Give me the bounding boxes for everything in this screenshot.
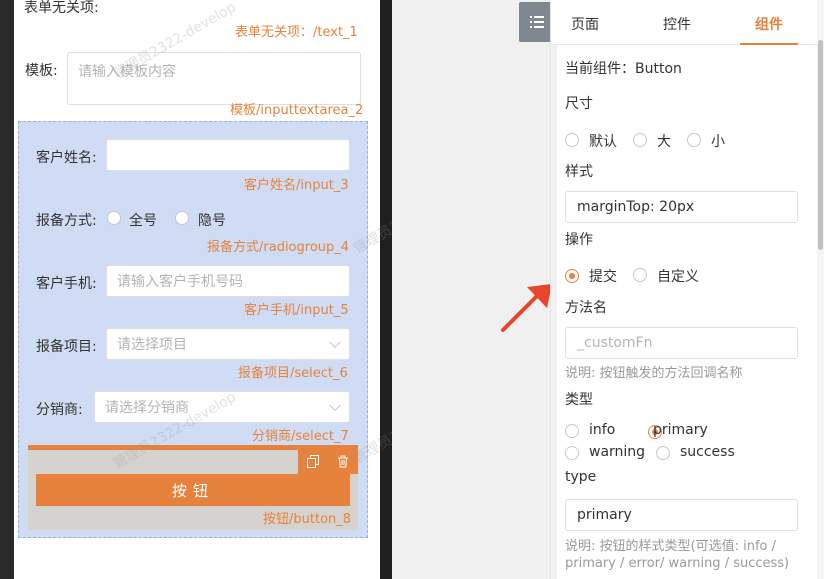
method-hint: 说明: 按钮触发的方法回调名称 bbox=[565, 366, 743, 381]
type-input[interactable]: primary bbox=[565, 499, 798, 531]
tab-page[interactable]: 页面 bbox=[571, 14, 599, 34]
method-input[interactable]: _customFn bbox=[565, 327, 798, 359]
method-label: 方法名 bbox=[565, 300, 607, 316]
chevron-down-icon bbox=[329, 399, 341, 412]
copy-icon[interactable] bbox=[306, 455, 320, 469]
irrelevant-tag: 表单无关项：/text_1 bbox=[235, 25, 358, 40]
size-radio-default[interactable] bbox=[565, 133, 579, 147]
type-label: type bbox=[565, 469, 597, 485]
report-item-tag: 报备项目/select_6 bbox=[238, 366, 348, 381]
size-radio-large-label: 大 bbox=[657, 134, 671, 150]
customer-name-tag: 客户姓名/input_3 bbox=[244, 178, 349, 193]
customer-name-input[interactable] bbox=[106, 139, 350, 171]
size-label: 尺寸 bbox=[565, 96, 593, 112]
radio-hidden-number[interactable] bbox=[175, 211, 189, 225]
distributor-select[interactable]: 请选择分销商 bbox=[94, 391, 350, 423]
report-method-tag: 报备方式/radiogroup_4 bbox=[207, 240, 350, 255]
report-item-label: 报备项目: bbox=[36, 339, 97, 355]
submit-button[interactable]: 按钮 bbox=[36, 474, 350, 506]
kind-label: 类型 bbox=[565, 392, 593, 408]
template-label: 模板: bbox=[25, 63, 58, 79]
customer-phone-tag: 客户手机/input_5 bbox=[244, 303, 349, 318]
tab-controls[interactable]: 控件 bbox=[663, 14, 691, 34]
template-textarea[interactable]: 请输入模板内容 bbox=[67, 52, 361, 105]
radio-full-number[interactable] bbox=[107, 211, 121, 225]
customer-phone-input[interactable]: 请输入客户手机号码 bbox=[106, 265, 350, 297]
radio-full-number-label: 全号 bbox=[129, 213, 157, 229]
type-hint-line1: 说明: 按钮的样式类型(可选值: info / bbox=[565, 539, 776, 554]
report-item-select[interactable]: 请选择项目 bbox=[106, 328, 350, 360]
tab-active-indicator bbox=[740, 43, 798, 45]
distributor-placeholder: 请选择分销商 bbox=[105, 400, 189, 416]
distributor-label: 分销商: bbox=[36, 402, 83, 418]
kind-radio-info-label: info bbox=[589, 422, 616, 438]
action-radio-submit[interactable] bbox=[565, 269, 579, 283]
customer-phone-label: 客户手机: bbox=[36, 276, 97, 292]
button-tag: 按钮/button_8 bbox=[263, 512, 352, 527]
size-radio-default-label: 默认 bbox=[589, 134, 617, 150]
tab-components[interactable]: 组件 bbox=[755, 14, 783, 34]
panel-scrollbar-thumb[interactable] bbox=[818, 40, 823, 250]
customer-name-label: 客户姓名: bbox=[36, 150, 97, 166]
annotation-arrow bbox=[501, 284, 552, 332]
irrelevant-label: 表单无关项: bbox=[24, 0, 99, 16]
size-radio-large[interactable] bbox=[633, 133, 647, 147]
distributor-tag: 分销商/select_7 bbox=[252, 429, 349, 444]
size-radio-small[interactable] bbox=[687, 133, 701, 147]
chevron-down-icon bbox=[329, 336, 341, 349]
style-input[interactable]: marginTop: 20px bbox=[565, 191, 798, 223]
size-radio-small-label: 小 bbox=[711, 134, 725, 150]
preview-divider bbox=[380, 0, 392, 579]
kind-radio-success-label: success bbox=[680, 444, 735, 460]
radio-hidden-number-label: 隐号 bbox=[198, 213, 226, 229]
style-label: 样式 bbox=[565, 164, 593, 180]
kind-radio-success[interactable] bbox=[656, 446, 670, 460]
panel-gutter bbox=[551, 45, 557, 579]
report-method-label: 报备方式: bbox=[36, 213, 97, 229]
kind-radio-primary-label: primary bbox=[653, 422, 708, 438]
current-component: 当前组件：Button bbox=[565, 61, 682, 77]
template-tag: 模板/inputtextarea_2 bbox=[230, 103, 364, 118]
kind-radio-warning-label: warning bbox=[589, 444, 646, 460]
type-hint-line2: primary / error/ warning / success) bbox=[565, 556, 790, 571]
kind-radio-warning[interactable] bbox=[565, 446, 579, 460]
report-item-placeholder: 请选择项目 bbox=[117, 337, 187, 353]
action-radio-custom-label: 自定义 bbox=[657, 269, 699, 285]
property-panel bbox=[550, 0, 824, 579]
trash-icon[interactable] bbox=[336, 455, 350, 469]
action-label: 操作 bbox=[565, 232, 593, 248]
list-icon[interactable] bbox=[519, 2, 554, 42]
component-toolbar bbox=[298, 450, 358, 474]
action-radio-submit-label: 提交 bbox=[589, 269, 617, 285]
action-radio-custom[interactable] bbox=[633, 268, 647, 282]
kind-radio-info[interactable] bbox=[565, 424, 579, 438]
